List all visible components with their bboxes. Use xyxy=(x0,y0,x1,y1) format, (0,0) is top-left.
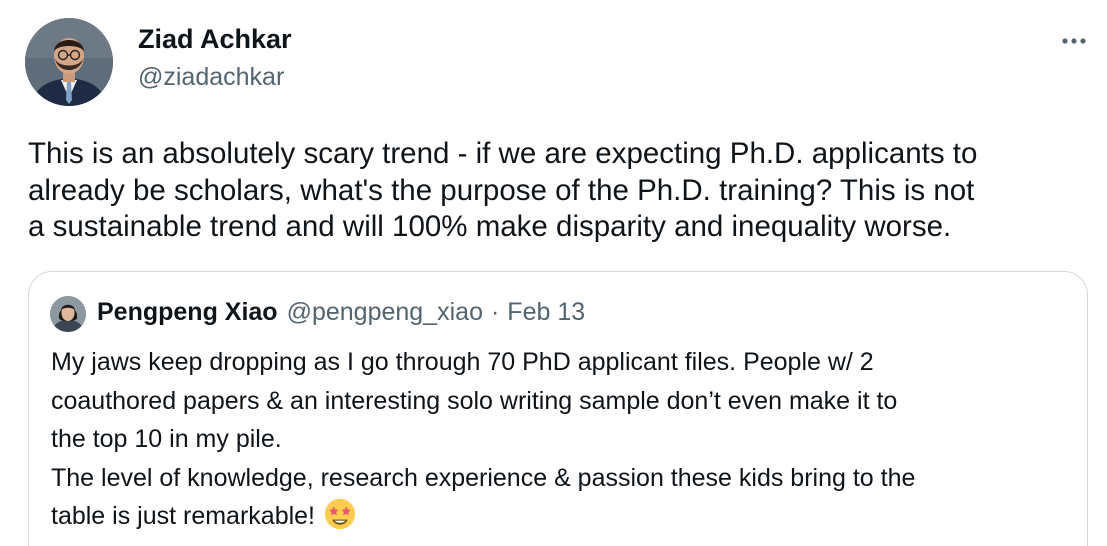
more-horizontal-icon xyxy=(1062,38,1086,44)
tweet-text-line: already be scholars, what's the purpose … xyxy=(28,173,975,207)
quoted-text-line-content: table is just remarkable! xyxy=(51,502,316,530)
quoted-date[interactable]: Feb 13 xyxy=(507,298,585,327)
tweet-text-line: a sustainable trend and will 100% make d… xyxy=(28,210,952,243)
quoted-author-avatar[interactable] xyxy=(50,296,86,332)
tweet-text: This is an absolutely scary trend - if w… xyxy=(28,136,1093,246)
quoted-text-line-last: table is just remarkable! xyxy=(51,497,915,536)
quoted-text-line: The level of knowledge, research experie… xyxy=(51,463,916,492)
author-name[interactable]: Ziad Achkar xyxy=(138,24,292,55)
quoted-author-name[interactable]: Pengpeng Xiao xyxy=(97,298,278,327)
quoted-tweet[interactable]: Pengpeng Xiao @pengpeng_xiao · Feb 13 My… xyxy=(28,271,1088,546)
quoted-text-line: the top 10 in my pile. xyxy=(51,425,282,453)
separator-dot: · xyxy=(490,298,500,326)
author-avatar[interactable] xyxy=(25,18,113,106)
quoted-header: Pengpeng Xiao @pengpeng_xiao · Feb 13 xyxy=(97,298,585,327)
tweet: Ziad Achkar @ziadachkar This is an absol… xyxy=(0,0,1107,546)
quoted-text-line: My jaws keep dropping as I go through 70… xyxy=(51,348,874,376)
more-options-button[interactable] xyxy=(1059,26,1089,56)
quoted-text-line: coauthored papers & an interesting solo … xyxy=(51,386,898,415)
tweet-text-line: This is an absolutely scary trend - if w… xyxy=(28,137,978,170)
quoted-text: My jaws keep dropping as I go through 70… xyxy=(51,343,915,536)
star-struck-emoji-icon xyxy=(324,498,356,530)
quoted-author-handle[interactable]: @pengpeng_xiao xyxy=(287,298,483,327)
author-handle[interactable]: @ziadachkar xyxy=(138,63,284,92)
